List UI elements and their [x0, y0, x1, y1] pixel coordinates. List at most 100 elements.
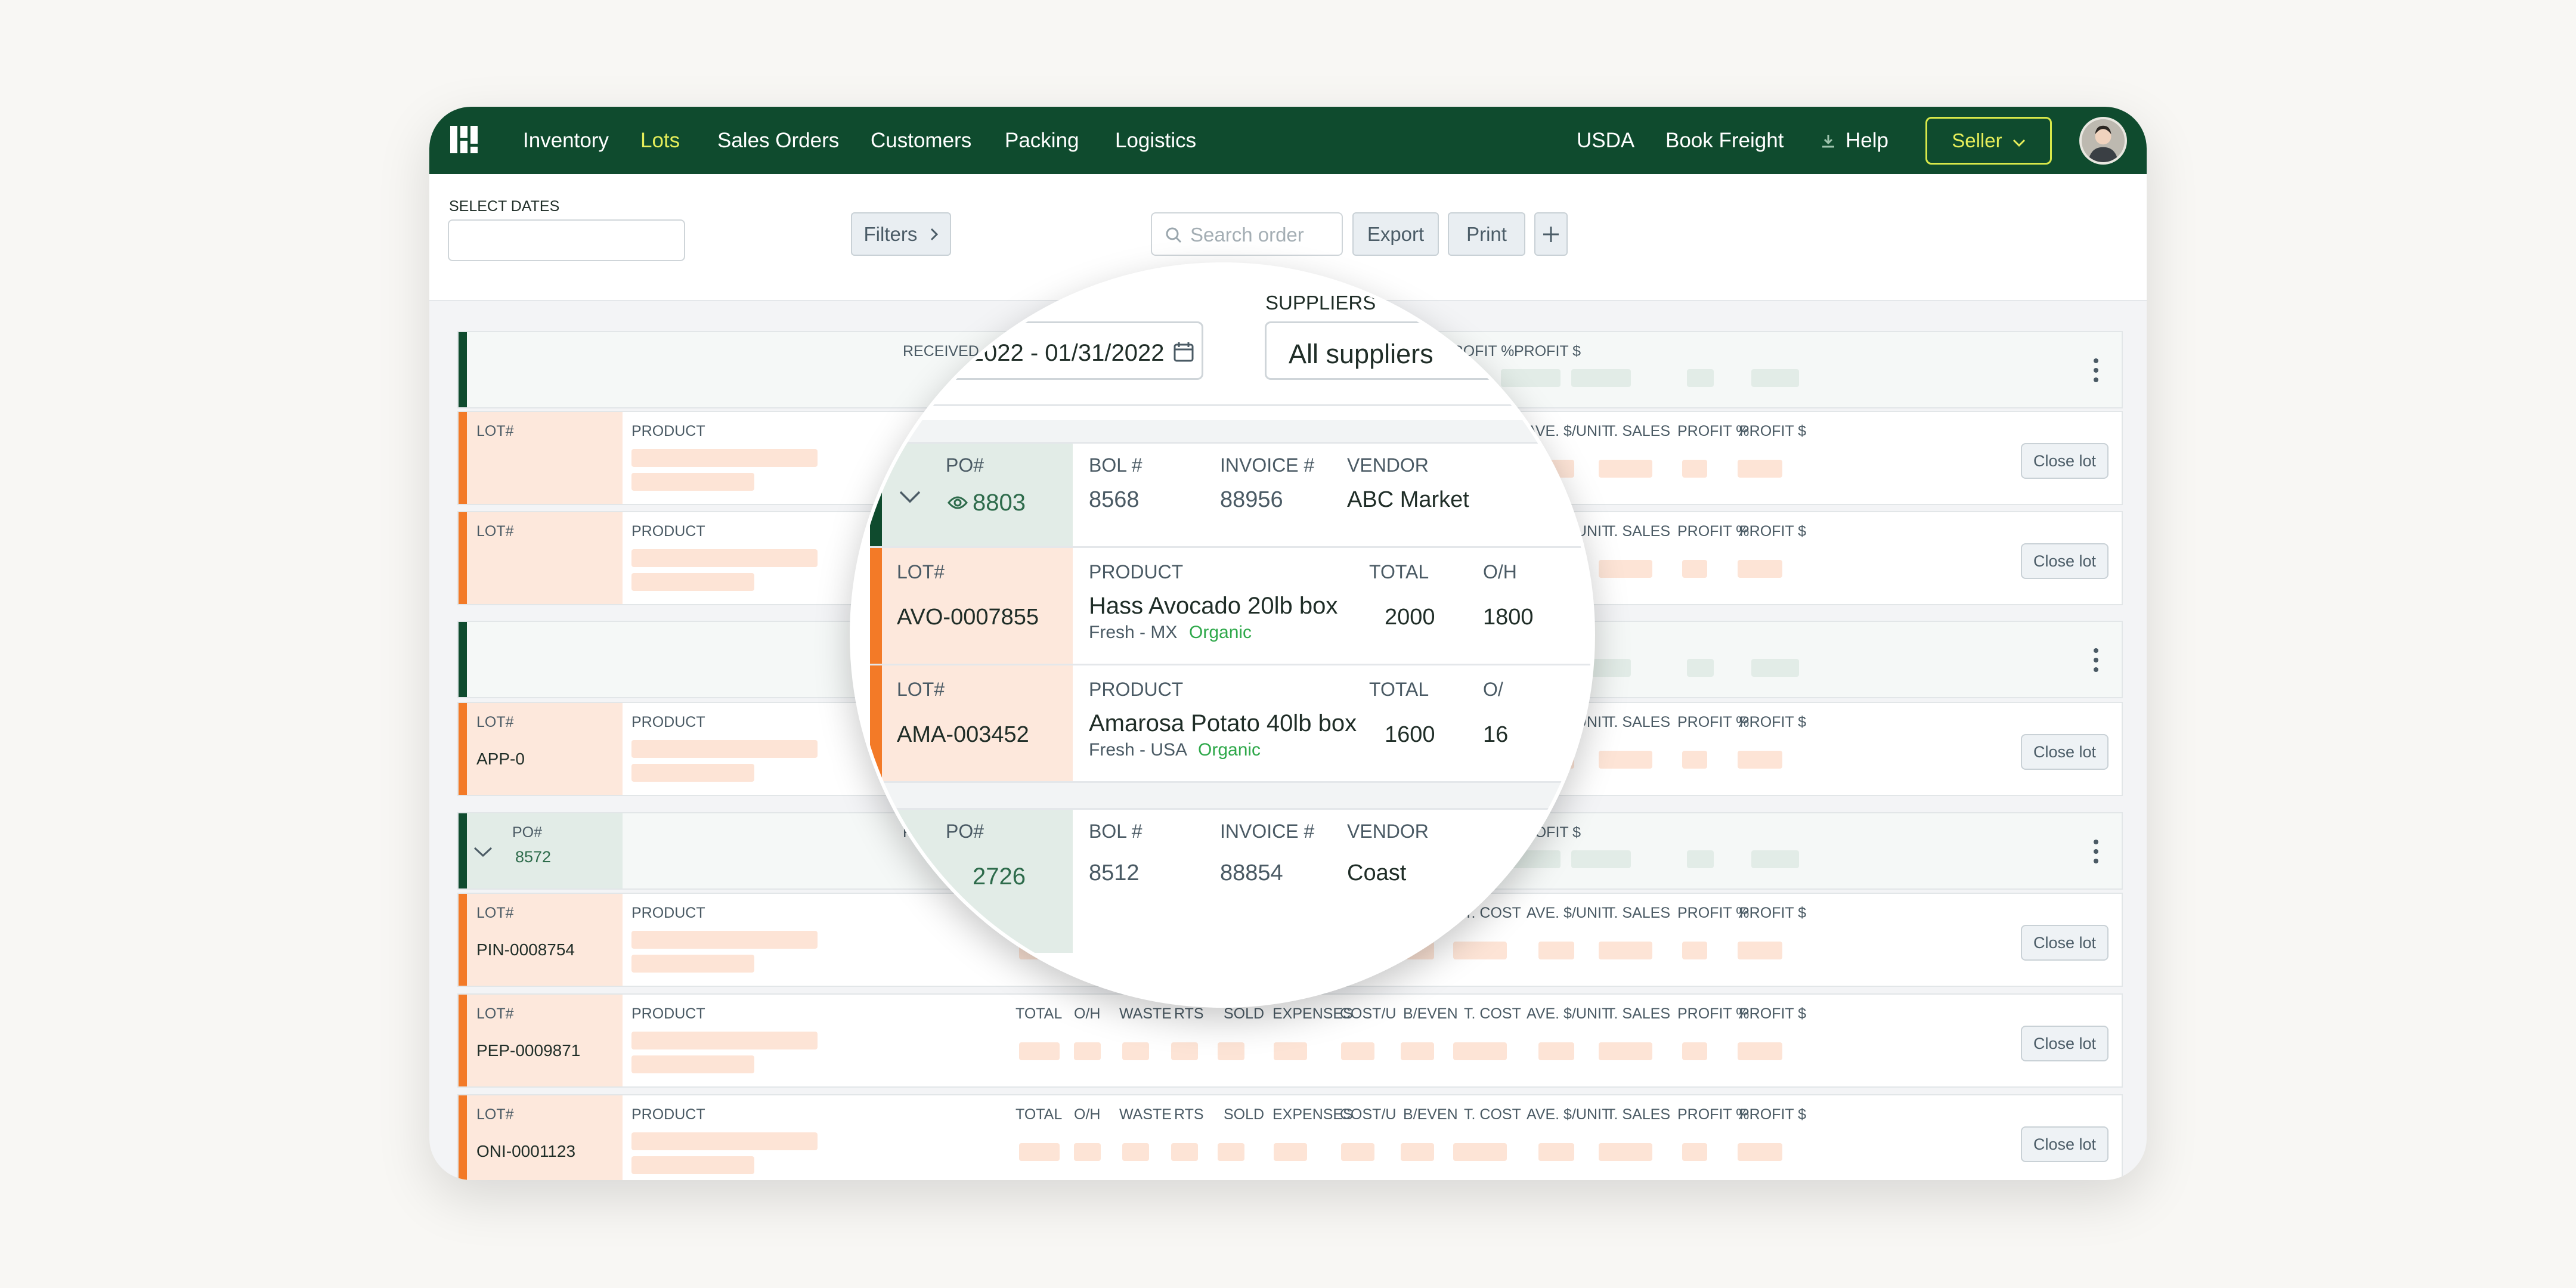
close-lot-button[interactable]: Close lot — [2021, 925, 2109, 961]
placeholder-profit_pct — [1687, 659, 1714, 677]
more-options-icon[interactable] — [2093, 357, 2099, 383]
lot-number[interactable]: ONI-0001123 — [476, 1142, 575, 1161]
nav-customers[interactable]: Customers — [871, 129, 971, 153]
placeholder-tsales — [1599, 1042, 1652, 1060]
lot-number[interactable]: PEP-0009871 — [476, 1041, 580, 1060]
nav-lots[interactable]: Lots — [640, 129, 680, 153]
close-lot-button[interactable]: Close lot — [2021, 1026, 2109, 1061]
help-icon[interactable] — [1820, 133, 1837, 150]
placeholder-profit_usd — [1738, 1143, 1782, 1161]
lot-row-pep[interactable]: LOT# PEP-0009871 PRODUCT TOTAL O/H WASTE RTS SO… — [457, 993, 2123, 1088]
zoom-lot-row-avo[interactable]: LOT# AVO-0007855 PRODUCT Hass Avocado 20… — [870, 546, 1592, 665]
placeholder-beven — [1401, 1042, 1434, 1060]
more-options-icon[interactable] — [2093, 838, 2099, 865]
lot-number[interactable]: PIN-0008754 — [476, 940, 575, 959]
lot-number[interactable]: AMA-003452 — [897, 722, 1029, 748]
col-header-profit_pct: PROFIT % — [1677, 714, 1750, 730]
total-value: 1600 — [1385, 722, 1435, 747]
product-header: PRODUCT — [1089, 679, 1184, 700]
zoom-po-row-2726[interactable]: PO# 2726 BOL # 8512 INVOICE # 88854 VEND… — [870, 808, 1592, 953]
chevron-right-icon — [930, 228, 938, 241]
nav-packing[interactable]: Packing — [1005, 129, 1079, 153]
po-number[interactable]: 2726 — [973, 863, 1026, 890]
vendor-header: VENDOR — [1347, 454, 1429, 476]
origin-placeholder — [631, 955, 754, 973]
col-header-tcost: T. COST — [1464, 1005, 1521, 1022]
eye-icon[interactable] — [948, 496, 968, 510]
close-lot-button[interactable]: Close lot — [2021, 734, 2109, 770]
nav-help[interactable]: Help — [1846, 129, 1888, 153]
placeholder-profit_usd — [1738, 942, 1782, 959]
avatar[interactable] — [2079, 117, 2127, 165]
lot-header: LOT# — [476, 423, 514, 439]
nav-book-freight[interactable]: Book Freight — [1665, 129, 1784, 153]
filters-button[interactable]: Filters — [851, 212, 951, 256]
placeholder-profit_usd — [1751, 850, 1799, 868]
organic-tag: Organic — [1189, 623, 1252, 642]
oh-header: O/H — [1483, 561, 1517, 583]
placeholder-profit_pct — [1682, 560, 1707, 578]
print-button[interactable]: Print — [1448, 212, 1525, 256]
seller-menu-button[interactable]: Seller — [1925, 117, 2052, 165]
close-lot-button[interactable]: Close lot — [2021, 543, 2109, 579]
zoomed-content: ES /01/2022 - 01/31/2022 SUPPLIERS All s… — [853, 266, 1592, 1004]
close-lot-button[interactable]: Close lot — [2021, 443, 2109, 479]
filters-label: Filters — [863, 223, 918, 245]
chevron-down-icon[interactable] — [473, 846, 493, 858]
po-number[interactable]: 8803 — [973, 490, 1026, 516]
col-header-profit_usd: PROFIT $ — [1739, 423, 1807, 439]
product-name: Hass Avocado 20lb box — [1089, 593, 1338, 619]
bol-value: 8512 — [1089, 860, 1140, 886]
zoom-date-field[interactable]: /01/2022 - 01/31/2022 — [877, 321, 1203, 380]
chevron-down-icon[interactable] — [899, 490, 921, 504]
close-lot-button[interactable]: Close lot — [2021, 1126, 2109, 1162]
total-value: 2000 — [1385, 605, 1435, 630]
invoice-value: 88956 — [1220, 487, 1283, 512]
po-number[interactable]: 8572 — [515, 848, 551, 866]
oh-value: 1800 — [1483, 605, 1534, 630]
date-range-input[interactable] — [448, 219, 685, 261]
search-input[interactable]: Search order — [1151, 212, 1343, 256]
placeholder-profit_pct — [1687, 850, 1714, 868]
col-header-profit_usd: PROFIT $ — [1739, 1005, 1807, 1022]
chevron-down-icon — [2012, 139, 2025, 147]
col-header-profit_pct: PROFIT % — [1677, 1005, 1750, 1022]
nav-inventory[interactable]: Inventory — [523, 129, 609, 153]
nav-sales-orders[interactable]: Sales Orders — [717, 129, 839, 153]
po-bar — [459, 622, 467, 697]
placeholder-tcost — [1453, 1143, 1507, 1161]
placeholder-tsales — [1599, 560, 1652, 578]
invoice-value: 88854 — [1220, 860, 1283, 886]
vendor-value: Coast — [1347, 860, 1407, 886]
zoom-gap-2 — [870, 781, 1592, 808]
col-header-total: TOTAL — [1015, 1005, 1063, 1022]
export-button[interactable]: Export — [1352, 212, 1439, 256]
organic-tag: Organic — [1198, 740, 1261, 760]
lot-number[interactable]: APP-0 — [476, 750, 525, 769]
bol-header: BOL # — [1089, 454, 1143, 476]
lot-number[interactable]: AVO-0007855 — [897, 605, 1039, 630]
app-logo-icon[interactable] — [449, 125, 479, 154]
add-button[interactable] — [1534, 212, 1568, 256]
suppliers-select[interactable]: All suppliers — [1265, 321, 1592, 380]
placeholder-rts — [1171, 1143, 1198, 1161]
placeholder-sold — [1218, 1143, 1244, 1161]
product-placeholder — [631, 1132, 818, 1150]
nav-usda[interactable]: USDA — [1577, 129, 1634, 153]
product-origin: Fresh - MX — [1089, 623, 1178, 642]
magnifier-lens: ES /01/2022 - 01/31/2022 SUPPLIERS All s… — [850, 262, 1595, 1008]
lot-row-oni[interactable]: LOT# ONI-0001123 PRODUCT TOTAL O/H WASTE RTS SO… — [457, 1094, 2123, 1180]
export-label: Export — [1367, 223, 1425, 245]
invoice-header: INVOICE # — [1220, 821, 1315, 842]
product-placeholder — [631, 1032, 818, 1049]
col-header-tsales: T. SALES — [1606, 905, 1670, 921]
placeholder-profit_pct — [1682, 942, 1707, 959]
more-options-icon[interactable] — [2093, 647, 2099, 673]
calendar-icon[interactable] — [1173, 341, 1194, 363]
po-bar — [459, 332, 467, 407]
po-header: PO# — [946, 821, 984, 842]
zoom-lot-row-ama[interactable]: LOT# AMA-003452 PRODUCT Amarosa Potato 4… — [870, 664, 1592, 783]
placeholder-oh — [1074, 1042, 1101, 1060]
placeholder-expenses — [1274, 1143, 1307, 1161]
nav-logistics[interactable]: Logistics — [1115, 129, 1196, 153]
